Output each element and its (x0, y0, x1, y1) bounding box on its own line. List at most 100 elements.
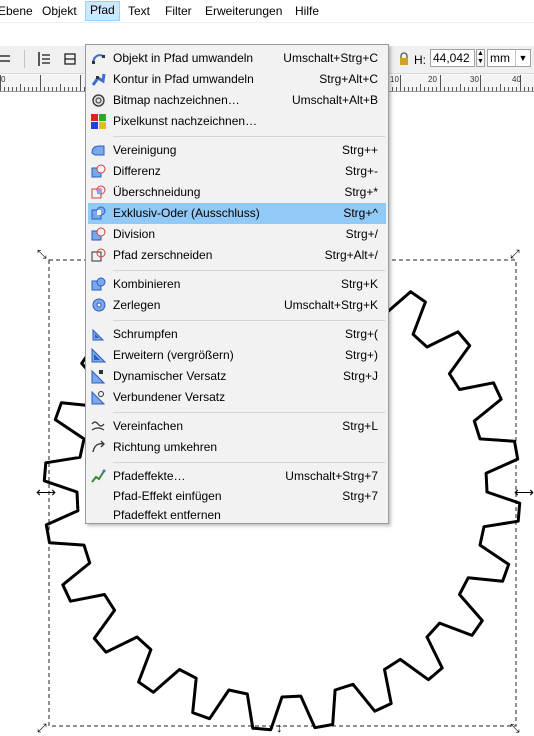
menu-item-label: Schrumpfen (113, 327, 178, 341)
menu-item-label: Pfad zerschneiden (113, 248, 213, 262)
resize-handle-w[interactable]: ⟷ (36, 485, 56, 499)
linked-offset-icon (91, 390, 106, 405)
menu-item-dynamic-offset[interactable]: Dynamischer Versatz Strg+J (88, 366, 386, 387)
menu-item-stroke-to-path[interactable]: Kontur in Pfad umwandeln Strg+Alt+C (88, 69, 386, 90)
menu-item-shortcut: Strg+K (340, 277, 378, 291)
menu-item-label: Verbundener Versatz (113, 390, 226, 404)
menu-item-exclusion[interactable]: Exklusiv-Oder (Ausschluss) Strg+^ (88, 203, 386, 224)
distribute-icon[interactable] (36, 51, 52, 67)
menu-filter[interactable]: Filter (161, 2, 196, 20)
menu-item-label: Pfad-Effekt einfügen (113, 489, 222, 503)
menu-objekt[interactable]: Objekt (38, 2, 81, 20)
union-icon (91, 145, 105, 156)
stroke-to-path-icon (91, 73, 106, 86)
menu-item-label: Überschneidung (113, 185, 201, 199)
menu-item-label: Division (113, 227, 156, 241)
intersection-icon (91, 185, 106, 199)
toolbar-divider (24, 50, 25, 68)
menu-item-path-effects[interactable]: Pfadeffekte… Umschalt+Strg+7 (88, 466, 386, 487)
lock-icon[interactable] (396, 51, 412, 67)
chevron-down-icon: ▼ (515, 50, 530, 66)
menu-separator (113, 462, 385, 463)
height-input[interactable] (430, 49, 475, 67)
menubar: Ebene Objekt Pfad Text Filter Erweiterun… (0, 0, 534, 23)
menu-item-label: Kontur in Pfad umwandeln (113, 72, 254, 86)
resize-handle-nw[interactable]: ⤡ (37, 248, 47, 260)
path-effects-icon (91, 469, 106, 483)
menu-item-linked-offset[interactable]: Verbundener Versatz (88, 387, 386, 408)
menu-item-trace-bitmap[interactable]: Bitmap nachzeichnen… Umschalt+Alt+B (88, 90, 386, 111)
combine-icon (91, 277, 106, 291)
menu-item-shortcut: Strg+L (342, 419, 378, 433)
menu-item-union[interactable]: Vereinigung Strg++ (88, 140, 386, 161)
menu-item-shortcut: Strg+Alt+C (319, 72, 378, 86)
menu-item-label: Pixelkunst nachzeichnen… (113, 114, 258, 128)
difference-icon (91, 164, 106, 178)
height-spinner[interactable]: ▲ ▼ (476, 49, 485, 67)
menu-item-shortcut: Strg+* (344, 185, 378, 199)
menu-separator (113, 320, 385, 321)
menu-item-inset[interactable]: Schrumpfen Strg+( (88, 324, 386, 345)
menu-item-difference[interactable]: Differenz Strg+- (88, 161, 386, 182)
menu-item-simplify[interactable]: Vereinfachen Strg+L (88, 416, 386, 437)
menu-item-shortcut: Strg+/ (345, 227, 378, 241)
menu-item-cut-path[interactable]: Pfad zerschneiden Strg+Alt+/ (88, 245, 386, 266)
menu-item-label: Differenz (113, 164, 161, 178)
menu-separator (113, 412, 385, 413)
menu-item-label: Pfadeffekte… (113, 469, 186, 483)
ruler-label: 30 (470, 75, 479, 84)
menu-item-label: Zerlegen (113, 298, 161, 312)
menu-item-shortcut: Strg+- (344, 164, 378, 178)
menu-hilfe[interactable]: Hilfe (291, 2, 323, 20)
menu-item-shortcut: Strg+7 (342, 489, 378, 503)
menu-item-remove-path-effect[interactable]: Pfadeffekt entfernen (88, 505, 386, 526)
menu-separator (113, 136, 385, 137)
raise-icon[interactable] (62, 51, 78, 67)
break-apart-icon (92, 298, 106, 312)
menu-item-label: Vereinfachen (113, 419, 184, 433)
menu-item-outset[interactable]: Erweitern (vergrößern) Strg+) (88, 345, 386, 366)
menu-item-trace-pixel-art[interactable]: Pixelkunst nachzeichnen… (88, 111, 386, 132)
unit-value: mm (490, 51, 510, 65)
resize-handle-ne[interactable]: ⤢ (510, 248, 520, 260)
menu-item-shortcut: Strg+J (342, 369, 378, 383)
align-icon[interactable] (0, 51, 16, 67)
trace-bitmap-icon (92, 94, 105, 107)
resize-handle-se[interactable]: ⤡ (510, 722, 520, 734)
resize-handle-s[interactable]: ↕ (276, 721, 283, 734)
menu-ebene[interactable]: Ebene (0, 2, 37, 20)
menu-item-reverse[interactable]: Richtung umkehren (88, 437, 386, 458)
menu-erweiterungen[interactable]: Erweiterungen (201, 2, 286, 20)
menu-item-label: Pfadeffekt entfernen (113, 508, 221, 522)
menu-item-combine[interactable]: Kombinieren Strg+K (88, 274, 386, 295)
trace-pixel-art-icon (91, 114, 106, 129)
menu-item-break-apart[interactable]: Zerlegen Umschalt+Strg+K (88, 295, 386, 316)
menu-item-object-to-path[interactable]: Objekt in Pfad umwandeln Umschalt+Strg+C (88, 48, 386, 69)
menu-item-division[interactable]: Division Strg+/ (88, 224, 386, 245)
menu-item-paste-path-effect[interactable]: Pfad-Effekt einfügen Strg+7 (88, 486, 386, 507)
ruler-label: 0 (1, 75, 6, 84)
menu-item-label: Objekt in Pfad umwandeln (113, 51, 254, 65)
menu-item-label: Bitmap nachzeichnen… (113, 93, 240, 107)
menu-item-label: Richtung umkehren (113, 440, 218, 454)
unit-select[interactable]: mm ▼ (487, 49, 531, 67)
simplify-icon (91, 421, 105, 431)
menu-item-intersection[interactable]: Überschneidung Strg+* (88, 182, 386, 203)
resize-handle-e[interactable]: ⟷ (514, 485, 534, 499)
resize-handle-sw[interactable]: ⤢ (37, 722, 47, 734)
menu-pfad[interactable]: Pfad (85, 1, 120, 21)
inset-icon (92, 328, 105, 341)
menu-item-label: Kombinieren (113, 277, 181, 291)
height-label: H: (414, 53, 426, 67)
dynamic-offset-icon (91, 369, 106, 384)
menu-item-shortcut: Umschalt+Strg+K (283, 298, 378, 312)
path-menu-dropdown: Objekt in Pfad umwandeln Umschalt+Strg+C… (85, 44, 389, 524)
reverse-icon (92, 440, 105, 453)
menu-text[interactable]: Text (124, 2, 154, 20)
menu-item-shortcut: Strg+( (344, 327, 378, 341)
menu-item-shortcut: Umschalt+Alt+B (291, 93, 378, 107)
menu-item-label: Dynamischer Versatz (113, 369, 227, 383)
cut-path-icon (91, 248, 106, 262)
object-to-path-icon (92, 54, 105, 64)
menu-item-shortcut: Umschalt+Strg+C (283, 51, 378, 65)
